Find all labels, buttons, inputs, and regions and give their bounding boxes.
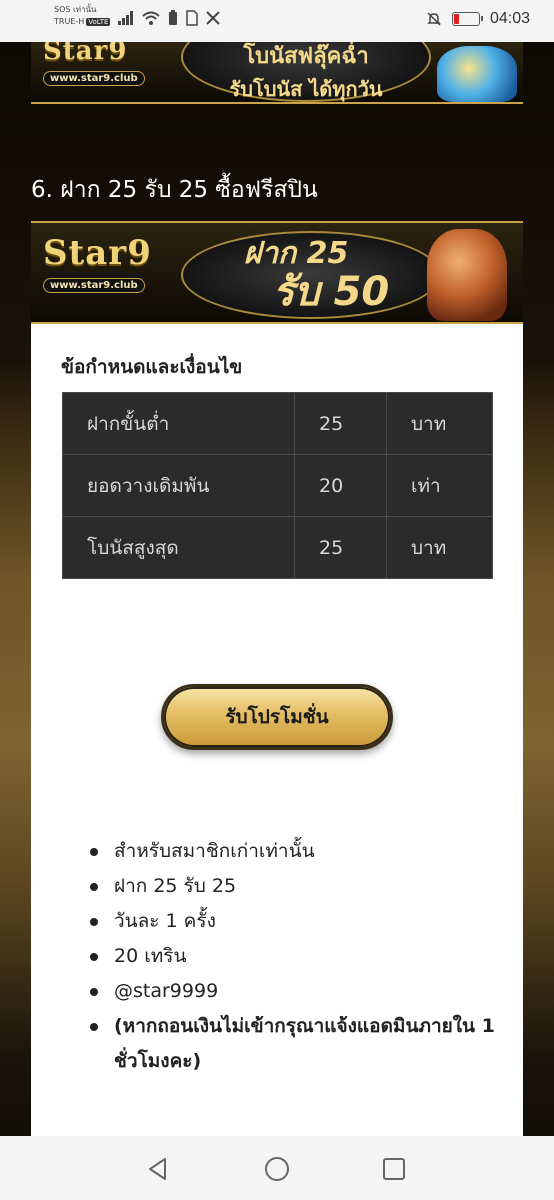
back-triangle-icon[interactable] bbox=[145, 1156, 171, 1182]
logo-url: www.star9.club bbox=[43, 71, 145, 86]
status-bar: SOS เท่านั้น TRUE-H VoLTE 04:03 bbox=[0, 0, 554, 42]
promo-details-panel: ข้อกำหนดและเงื่อนไข ฝากขั้นต่ำ 25 บาท ยอ… bbox=[31, 324, 523, 1144]
row-unit: บาท bbox=[386, 516, 493, 579]
list-item: @star9999 bbox=[90, 974, 514, 1009]
status-right: 04:03 bbox=[426, 10, 530, 28]
deposit-promo-banner[interactable]: Star9 www.star9.club ฝาก 25 รับ 50 bbox=[31, 221, 523, 324]
file-icon bbox=[186, 10, 198, 26]
list-item: วันละ 1 ครั้ง bbox=[90, 904, 514, 939]
system-navigation-bar bbox=[0, 1136, 554, 1200]
banner-line-2: รับ 50 bbox=[272, 269, 390, 315]
volte-badge: VoLTE bbox=[86, 18, 111, 26]
logo-text: Star9 bbox=[43, 42, 128, 66]
carrier-info: SOS เท่านั้น TRUE-H VoLTE bbox=[54, 4, 111, 28]
mascot-illustration bbox=[437, 46, 517, 102]
banner-line-1: ฝาก 25 bbox=[243, 236, 349, 271]
banner-line-1: โบนัสฟลุ๊คฉ่ำ bbox=[243, 43, 369, 69]
terms-title: ข้อกำหนดและเงื่อนไข bbox=[61, 356, 243, 378]
logo-url: www.star9.club bbox=[43, 278, 145, 293]
list-item: สำหรับสมาชิกเก่าเท่านั้น bbox=[90, 834, 514, 869]
signal-icon bbox=[118, 11, 133, 25]
star9-logo: Star9 www.star9.club bbox=[43, 42, 163, 86]
list-item: (หากถอนเงินไม่เข้ากรุณาแจ้งแอดมินภายใน 1… bbox=[90, 1009, 514, 1079]
wifi-icon bbox=[142, 11, 160, 25]
clock: 04:03 bbox=[489, 10, 530, 27]
terms-table: ฝากขั้นต่ำ 25 บาท ยอดวางเดิมพัน 20 เท่า … bbox=[62, 392, 493, 579]
star9-logo: Star9 www.star9.club bbox=[43, 233, 163, 293]
row-unit: เท่า bbox=[386, 454, 493, 517]
table-row: ยอดวางเดิมพัน 20 เท่า bbox=[62, 454, 493, 517]
promo-notes-list: สำหรับสมาชิกเก่าเท่านั้น ฝาก 25 รับ 25 ว… bbox=[90, 834, 514, 1079]
row-value: 20 bbox=[294, 454, 387, 517]
row-label: ยอดวางเดิมพัน bbox=[62, 454, 295, 517]
table-row: ฝากขั้นต่ำ 25 บาท bbox=[62, 392, 493, 455]
logo-text: Star9 bbox=[43, 233, 152, 273]
top-promo-banner[interactable]: Star9 www.star9.club โบนัสฟลุ๊คฉ่ำ รับโบ… bbox=[31, 42, 523, 104]
carrier-line-1: SOS เท่านั้น bbox=[54, 5, 97, 14]
mute-bell-icon bbox=[427, 12, 441, 26]
x-app-icon bbox=[206, 11, 220, 25]
recent-square-icon[interactable] bbox=[381, 1156, 407, 1182]
banner-headline: ฝาก 25 รับ 50 bbox=[181, 231, 441, 319]
list-item: 20 เทริน bbox=[90, 939, 514, 974]
list-item: ฝาก 25 รับ 25 bbox=[90, 869, 514, 904]
banner-headline: โบนัสฟลุ๊คฉ่ำ รับโบนัส ได้ทุกวัน bbox=[181, 42, 431, 102]
get-promotion-button[interactable]: รับโปรโมชั่น bbox=[161, 684, 393, 750]
row-label: ฝากขั้นต่ำ bbox=[62, 392, 295, 455]
battery-saver-icon bbox=[169, 10, 177, 25]
row-label: โบนัสสูงสุด bbox=[62, 516, 295, 579]
pirate-mascot-illustration bbox=[427, 229, 507, 321]
row-unit: บาท bbox=[386, 392, 493, 455]
table-row: โบนัสสูงสุด 25 บาท bbox=[62, 516, 493, 579]
battery-icon bbox=[451, 12, 483, 26]
section-title: 6. ฝาก 25 รับ 25 ซื้อฟรีสปิน bbox=[31, 177, 318, 203]
row-value: 25 bbox=[294, 516, 387, 579]
banner-line-2: รับโบนัส ได้ทุกวัน bbox=[229, 76, 383, 101]
carrier-line-2: TRUE-H bbox=[54, 17, 85, 26]
status-icons bbox=[118, 10, 220, 26]
home-circle-icon[interactable] bbox=[264, 1156, 290, 1182]
row-value: 25 bbox=[294, 392, 387, 455]
